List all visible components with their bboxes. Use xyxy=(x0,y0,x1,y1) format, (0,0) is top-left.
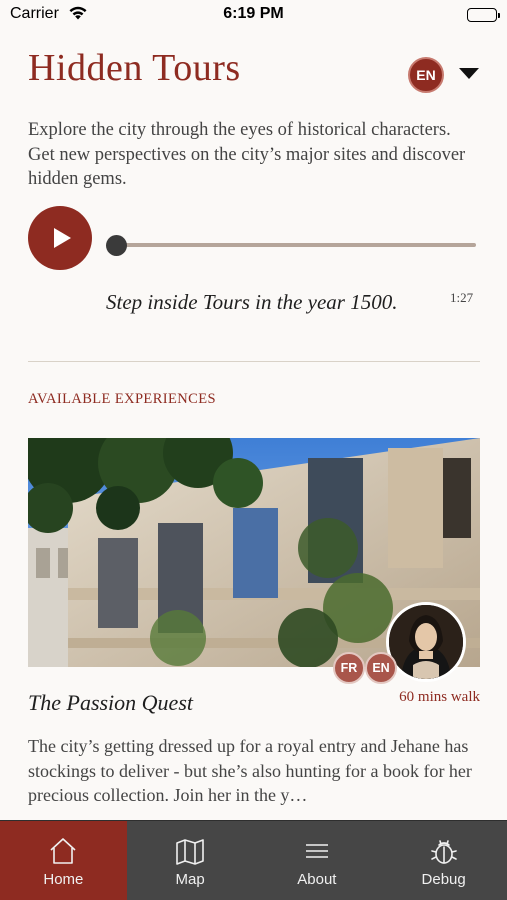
status-bar: Carrier 6:19 PM xyxy=(0,0,507,30)
clock: 6:19 PM xyxy=(223,5,284,22)
experience-description: The city’s getting dressed up for a roya… xyxy=(28,736,472,805)
character-portrait xyxy=(386,602,466,682)
tab-map[interactable]: Map xyxy=(127,821,254,900)
play-icon xyxy=(54,228,71,248)
language-chip-en: EN xyxy=(365,652,397,684)
tab-debug[interactable]: Debug xyxy=(380,821,507,900)
language-badge[interactable]: EN xyxy=(408,57,444,93)
tab-about-label: About xyxy=(297,871,337,888)
audio-duration: 1:27 xyxy=(450,290,474,305)
play-button[interactable] xyxy=(28,206,92,270)
section-heading: AVAILABLE EXPERIENCES xyxy=(28,391,216,407)
tab-debug-label: Debug xyxy=(421,871,466,888)
intro-text: Explore the city through the eyes of his… xyxy=(28,120,466,189)
menu-lines-icon xyxy=(305,844,328,858)
divider xyxy=(28,361,480,362)
page-title: Hidden Tours xyxy=(28,47,241,89)
tab-about[interactable]: About xyxy=(254,821,381,900)
tab-map-label: Map xyxy=(175,871,205,888)
language-chip-fr: FR xyxy=(333,652,365,684)
battery-icon xyxy=(467,8,500,22)
tab-bar: Home Map About Debug xyxy=(0,820,507,900)
tab-home-label: Home xyxy=(43,871,84,888)
map-icon xyxy=(176,839,204,865)
experience-title[interactable]: The Passion Quest xyxy=(28,690,193,716)
home-icon xyxy=(50,838,76,864)
audio-scrubber-handle[interactable] xyxy=(106,235,127,256)
audio-caption: Step inside Tours in the year 1500. xyxy=(106,290,398,314)
audio-progress-track[interactable] xyxy=(118,243,476,247)
bug-icon xyxy=(430,840,457,864)
chevron-down-icon[interactable] xyxy=(459,68,479,79)
experience-duration: 60 mins walk xyxy=(399,689,480,705)
tab-home[interactable]: Home xyxy=(0,821,127,900)
